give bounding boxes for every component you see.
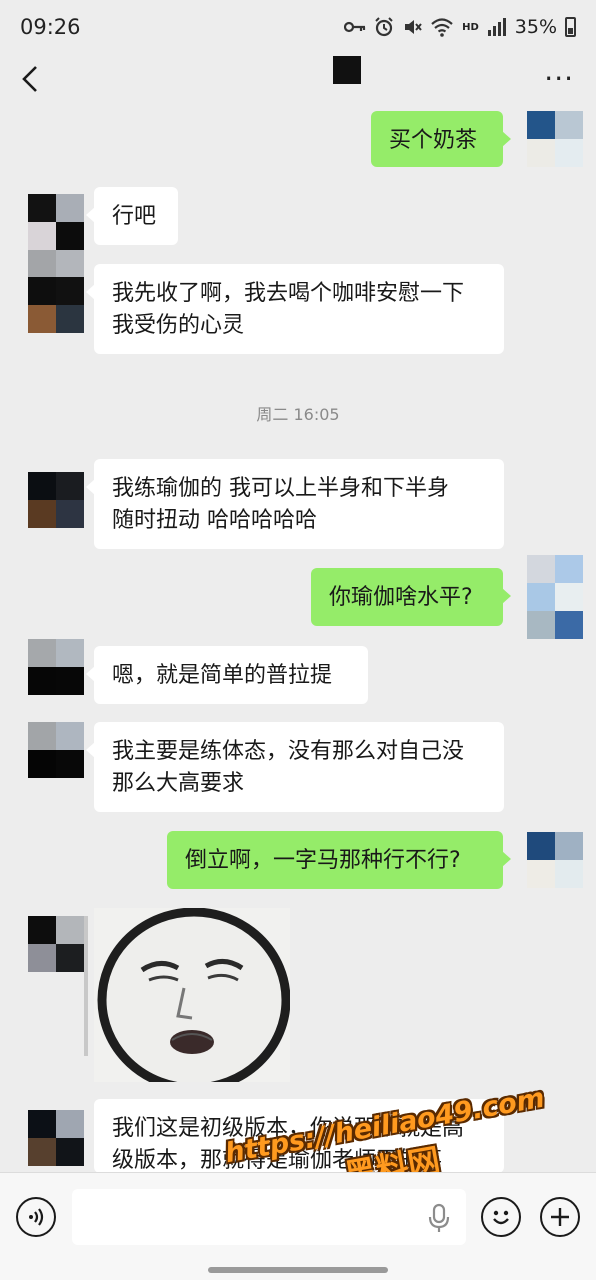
message-bubble-outgoing[interactable]: 倒立啊，一字马那种行不行? <box>167 831 511 889</box>
status-icons: HD 35% <box>344 16 576 38</box>
battery-percent: 35% <box>514 16 557 38</box>
message-bubble-incoming[interactable]: 我们这是初级版本，你说那个就是高 级版本，那就得是瑜伽老师干的事 <box>94 1099 504 1173</box>
chat-title <box>333 56 361 84</box>
avatar[interactable] <box>28 277 84 333</box>
signal-icon <box>487 18 506 36</box>
avatar[interactable] <box>28 194 84 250</box>
message-bubble-outgoing[interactable]: 你瑜伽啥水平? <box>311 568 511 626</box>
mute-icon <box>405 20 422 34</box>
status-bar: 09:26 HD 35% <box>0 0 596 54</box>
emoji-icon[interactable] <box>481 1197 521 1237</box>
avatar-partial <box>28 250 84 277</box>
message-bubble-incoming[interactable]: 我练瑜伽的 我可以上半身和下半身 随时扭动 哈哈哈哈哈 <box>86 459 504 549</box>
message-bubble-incoming[interactable]: 行吧 <box>86 187 178 245</box>
avatar[interactable] <box>527 555 583 639</box>
more-icon[interactable]: ··· <box>544 65 574 93</box>
message-bubble-outgoing[interactable]: 买个奶茶 <box>371 111 511 167</box>
avatar[interactable] <box>28 472 84 528</box>
divider <box>84 916 88 1056</box>
network-type: HD <box>462 21 479 33</box>
message-bubble-incoming[interactable]: 我主要是练体态，没有那么对自己没 那么大高要求 <box>86 722 504 812</box>
avatar[interactable] <box>28 916 84 972</box>
voice-icon[interactable] <box>16 1197 56 1237</box>
battery-icon <box>565 17 576 37</box>
chevron-left-icon[interactable] <box>20 59 50 99</box>
avatar[interactable] <box>28 639 84 695</box>
avatar[interactable] <box>28 1110 84 1166</box>
avatar[interactable] <box>527 832 583 888</box>
alarm-icon <box>375 17 393 37</box>
home-indicator[interactable] <box>208 1267 388 1273</box>
timestamp: 周二 16:05 <box>256 405 340 424</box>
wifi-icon <box>431 18 453 37</box>
avatar[interactable] <box>527 111 583 167</box>
plus-icon[interactable] <box>540 1197 580 1237</box>
avatar[interactable] <box>28 722 84 778</box>
sticker-image[interactable] <box>94 908 290 1082</box>
message-bubble-incoming[interactable]: 嗯，就是简单的普拉提 <box>86 646 368 704</box>
message-bubble-incoming[interactable]: 我先收了啊，我去喝个咖啡安慰一下 我受伤的心灵 <box>86 264 504 354</box>
input-bar <box>0 1172 596 1280</box>
status-time: 09:26 <box>20 15 81 39</box>
nav-bar: ··· <box>0 54 596 104</box>
mic-icon[interactable] <box>428 1203 450 1233</box>
key-icon <box>344 21 366 33</box>
message-input[interactable] <box>72 1189 466 1245</box>
